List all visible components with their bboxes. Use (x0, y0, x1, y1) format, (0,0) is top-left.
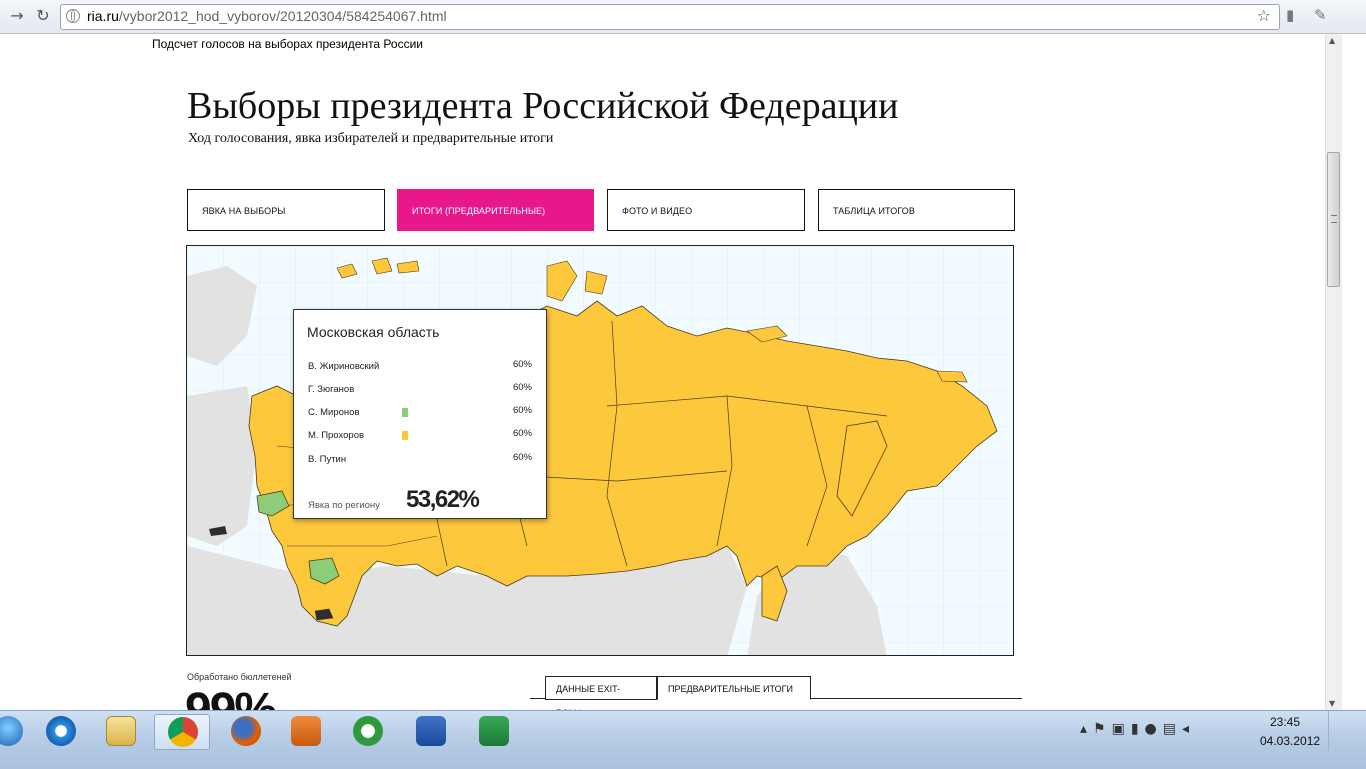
taskbar-media-player[interactable] (278, 714, 334, 750)
subtab-exit-poll[interactable]: Данные exit-poll* (545, 676, 657, 710)
taskbar-utorrent[interactable] (340, 714, 396, 750)
address-bar[interactable]: ria.ru/vybor2012_hod_vyborov/20120304/58… (60, 4, 1280, 30)
web-page: Подсчет голосов на выборах президента Ро… (0, 34, 1325, 710)
clock-date[interactable]: 04.03.2012 (1260, 734, 1320, 748)
taskbar-google-chrome[interactable] (154, 714, 210, 750)
page-subtitle: Ход голосования, явка избирателей и пред… (188, 131, 554, 146)
firefox-icon (231, 716, 261, 746)
wrench-icon[interactable]: ✎ (1314, 6, 1327, 24)
taskbar-windows-explorer[interactable] (93, 714, 149, 750)
processed-ballots-value: 99% (185, 683, 277, 710)
media-player-icon (291, 716, 321, 746)
candidate-name: В. Путин (308, 454, 347, 465)
subtab-preliminary-results[interactable]: Предварительные итоги (657, 676, 811, 700)
candidate-percent: 60% (512, 452, 532, 463)
excel-icon (479, 716, 509, 746)
candidate-row: В. Жириновский 60% (308, 359, 532, 377)
taskbar-firefox[interactable] (218, 714, 274, 750)
candidate-row: В. Путин 60% (308, 452, 532, 470)
wrangel-island[interactable] (936, 370, 968, 383)
forward-arrow-icon[interactable]: → (6, 5, 28, 27)
candidate-row: Г. Зюганов 60% (308, 382, 532, 400)
candidate-row: С. Миронов 60% (308, 405, 532, 423)
power-icon[interactable]: ▮ (1131, 721, 1145, 737)
clock-time[interactable]: 23:45 (1270, 715, 1300, 729)
turnout-value: 53,62% (406, 486, 480, 513)
tab-photo-video[interactable]: Фото и видео (607, 189, 805, 231)
candidate-name: С. Миронов (308, 407, 360, 418)
grip-icon (1331, 215, 1337, 223)
action-center-flag-icon[interactable]: ⚑ (1093, 721, 1112, 737)
volume-icon[interactable]: ◂ (1182, 721, 1195, 737)
url-text[interactable]: ria.ru/vybor2012_hod_vyborov/20120304/58… (87, 8, 447, 24)
chrome-icon (168, 717, 198, 747)
scroll-down-arrow-icon[interactable]: ▼ (1329, 699, 1335, 708)
word-icon (416, 716, 446, 746)
candidate-percent: 60% (512, 405, 532, 416)
page-analytics-icon[interactable]: ▮ (1286, 6, 1294, 24)
europe-land (187, 386, 257, 546)
folder-icon (106, 716, 136, 746)
region-name: Московская область (307, 324, 440, 340)
scrollbar-thumb[interactable] (1327, 152, 1340, 287)
turnout-label: Явка по региону (308, 500, 380, 511)
candidate-name: В. Жириновский (308, 361, 380, 372)
candidate-percent: 60% (512, 359, 532, 370)
region-tooltip: Московская область В. Жириновский 60% Г.… (293, 309, 547, 519)
vertical-scrollbar[interactable]: ▲ ▼ (1325, 34, 1342, 710)
browser-toolbar: → ↻ ria.ru/vybor2012_hod_vyborov/2012030… (0, 0, 1366, 34)
taskbar-microsoft-excel[interactable] (466, 714, 522, 750)
breadcrumb[interactable]: Подсчет голосов на выборах президента Ро… (152, 37, 423, 51)
tab-preliminary-results[interactable]: Итоги (предварительные) (397, 189, 594, 231)
device-icon[interactable]: ▤ (1163, 721, 1182, 737)
tab-turnout[interactable]: Явка на выборы (187, 189, 385, 231)
windows-taskbar: ▴⚑▣▮●▤◂ 23:45 04.03.2012 (0, 710, 1366, 769)
show-desktop-button[interactable] (1328, 711, 1366, 751)
candidate-percent: 60% (512, 382, 532, 393)
candidate-name: Г. Зюганов (308, 384, 355, 395)
globe-icon (66, 9, 80, 23)
candidate-name: М. Прохоров (308, 430, 365, 441)
system-tray[interactable]: ▴⚑▣▮●▤◂ (1080, 721, 1195, 737)
avast-icon[interactable]: ● (1145, 721, 1163, 737)
network-icon[interactable]: ▣ (1112, 721, 1131, 737)
processed-ballots-label: Обработано бюллетеней (187, 672, 292, 682)
page-title: Выборы президента Российской Федерации (187, 85, 899, 127)
bookmark-star-icon[interactable]: ☆ (1257, 6, 1271, 25)
utorrent-icon (353, 716, 383, 746)
internet-explorer-icon (46, 716, 76, 746)
color-swatch (402, 408, 408, 417)
reload-icon[interactable]: ↻ (32, 5, 54, 27)
windows-orb-icon (0, 716, 23, 746)
taskbar-microsoft-word[interactable] (403, 714, 459, 750)
candidate-percent: 60% (512, 428, 532, 439)
start-button[interactable] (0, 714, 36, 750)
candidate-row: М. Прохоров 60% (308, 428, 532, 446)
color-swatch (402, 431, 408, 440)
show-hidden-icons-icon[interactable]: ▴ (1080, 721, 1093, 737)
scroll-up-arrow-icon[interactable]: ▲ (1329, 36, 1335, 45)
taskbar-internet-explorer[interactable] (33, 714, 89, 750)
tab-results-table[interactable]: Таблица итогов (818, 189, 1015, 231)
